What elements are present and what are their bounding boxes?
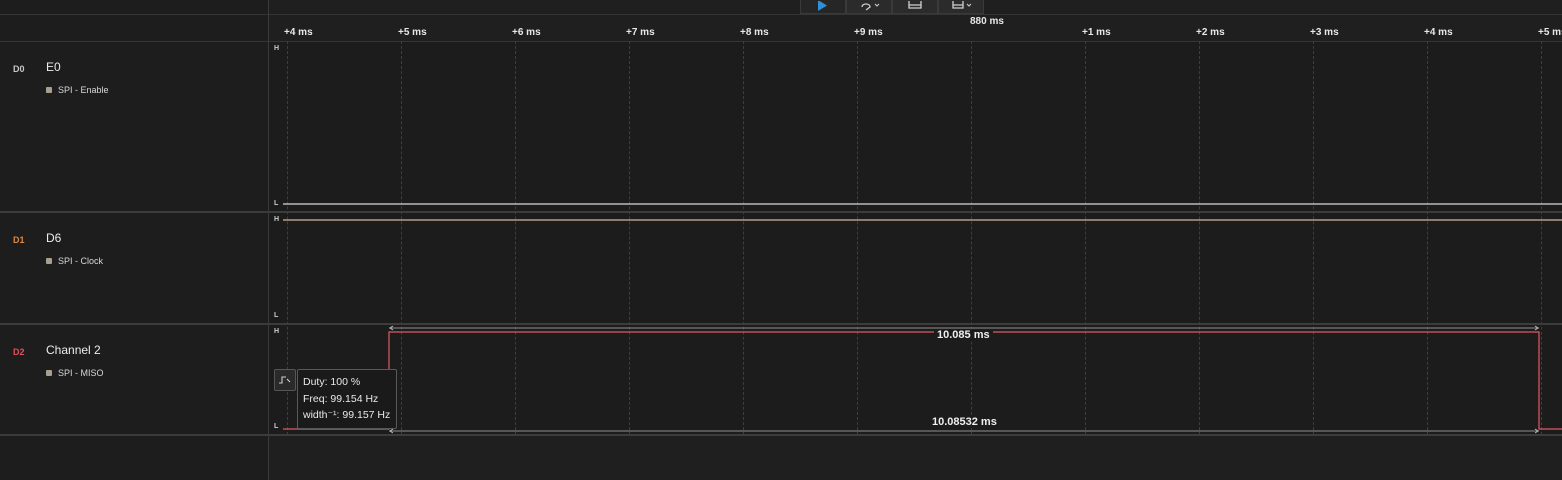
duty-value: Duty: 100 % — [303, 376, 361, 388]
pulse-width-label: 10.085 ms — [934, 329, 993, 341]
period-label: 10.08532 ms — [929, 416, 1000, 428]
waveform-canvas — [283, 203, 1562, 434]
row-divider — [0, 434, 1562, 436]
sidebar-divider[interactable] — [268, 0, 269, 480]
width-inverse-value: width⁻¹: 99.157 Hz — [303, 409, 391, 421]
row-divider — [0, 323, 1562, 325]
measurement-tooltip: Duty: 100 % Freq: 99.154 Hz width⁻¹: 99.… — [297, 369, 397, 429]
row-divider — [0, 211, 1562, 213]
edge-jump-button[interactable] — [274, 369, 296, 391]
frequency-value: Freq: 99.154 Hz — [303, 392, 379, 405]
logic-analyzer-window: D0 E0 SPI - Enable D1 D6 SPI - Clock D2 … — [0, 0, 1562, 480]
edge-jump-icon — [279, 376, 291, 384]
d2-signal-trace — [283, 331, 1562, 430]
